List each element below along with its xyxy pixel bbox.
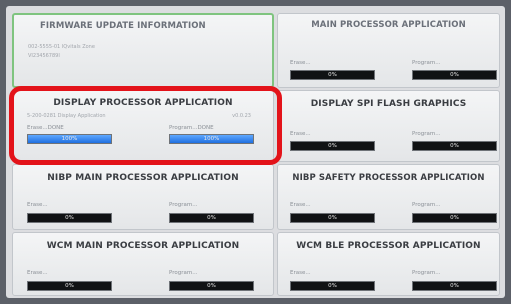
program-label: Program... xyxy=(412,60,441,66)
panel-wcm-ble-processor: WCM BLE PROCESSOR APPLICATION Erase... P… xyxy=(277,232,500,296)
panel-nibp-safety-processor: NIBP SAFETY PROCESSOR APPLICATION Erase.… xyxy=(277,164,500,230)
erase-percent: 100% xyxy=(61,136,78,142)
erase-label: Erase... xyxy=(290,131,311,137)
program-percent: 0% xyxy=(450,143,459,149)
erase-progress-bar: 100% xyxy=(27,134,112,144)
erase-progress-bar: 0% xyxy=(27,213,112,223)
firmware-info-panel: FIRMWARE UPDATE INFORMATION 002-5555-01 … xyxy=(12,13,274,88)
panel-title: WCM MAIN PROCESSOR APPLICATION xyxy=(46,241,240,251)
program-percent: 0% xyxy=(207,283,216,289)
erase-progress-bar: 0% xyxy=(27,281,112,291)
program-progress-bar: 0% xyxy=(169,213,254,223)
program-percent: 0% xyxy=(450,72,459,78)
erase-percent: 0% xyxy=(328,283,337,289)
program-progress-bar: 0% xyxy=(412,141,497,151)
program-progress-bar: 0% xyxy=(412,281,497,291)
program-progress-bar: 0% xyxy=(412,213,497,223)
panel-title: WCM BLE PROCESSOR APPLICATION xyxy=(296,241,481,251)
erase-percent: 0% xyxy=(328,72,337,78)
program-label: Program... xyxy=(169,270,198,276)
erase-percent: 0% xyxy=(65,283,74,289)
panel-title: NIBP MAIN PROCESSOR APPLICATION xyxy=(47,173,239,183)
erase-label: Erase... xyxy=(290,202,311,208)
panel-wcm-main-processor: WCM MAIN PROCESSOR APPLICATION Erase... … xyxy=(12,232,274,296)
program-percent: 0% xyxy=(450,215,459,221)
program-progress-bar: 0% xyxy=(412,70,497,80)
erase-label: Erase...DONE xyxy=(27,125,64,131)
program-percent: 100% xyxy=(203,136,220,142)
program-label: Program... xyxy=(412,202,441,208)
panel-nibp-main-processor: NIBP MAIN PROCESSOR APPLICATION Erase...… xyxy=(12,164,274,230)
panel-display-spi-flash: DISPLAY SPI FLASH GRAPHICS Erase... Prog… xyxy=(277,90,500,162)
erase-percent: 0% xyxy=(328,215,337,221)
erase-progress-bar: 0% xyxy=(290,70,375,80)
panel-title: MAIN PROCESSOR APPLICATION xyxy=(311,20,466,30)
erase-progress-bar: 0% xyxy=(290,281,375,291)
firmware-info-line1: 002-5555-01 IQvitals Zone xyxy=(28,44,95,50)
erase-progress-bar: 0% xyxy=(290,141,375,151)
panel-title: NIBP SAFETY PROCESSOR APPLICATION xyxy=(292,173,485,183)
program-label: Program... xyxy=(412,270,441,276)
panel-display-processor: DISPLAY PROCESSOR APPLICATION 5-200-0281… xyxy=(12,90,274,162)
program-label: Program... xyxy=(412,131,441,137)
erase-label: Erase... xyxy=(290,60,311,66)
panel-main-processor: MAIN PROCESSOR APPLICATION Erase... Prog… xyxy=(277,13,500,88)
update-screen: FIRMWARE UPDATE INFORMATION 002-5555-01 … xyxy=(6,6,505,298)
erase-percent: 0% xyxy=(65,215,74,221)
erase-label: Erase... xyxy=(27,270,48,276)
erase-label: Erase... xyxy=(27,202,48,208)
program-percent: 0% xyxy=(207,215,216,221)
erase-label: Erase... xyxy=(290,270,311,276)
program-label: Program... xyxy=(169,202,198,208)
firmware-info-title: FIRMWARE UPDATE INFORMATION xyxy=(40,21,206,31)
program-percent: 0% xyxy=(450,283,459,289)
program-progress-bar: 0% xyxy=(169,281,254,291)
panel-title: DISPLAY PROCESSOR APPLICATION xyxy=(53,98,233,108)
erase-progress-bar: 0% xyxy=(290,213,375,223)
program-label: Program...DONE xyxy=(169,125,214,131)
panel-version: v0.0.23 xyxy=(232,113,251,119)
erase-percent: 0% xyxy=(328,143,337,149)
panel-title: DISPLAY SPI FLASH GRAPHICS xyxy=(310,99,467,109)
panel-subtitle: 5-200-0281 Display Application xyxy=(27,113,106,119)
program-progress-bar: 100% xyxy=(169,134,254,144)
firmware-info-line2: VI23456789I xyxy=(28,53,60,59)
